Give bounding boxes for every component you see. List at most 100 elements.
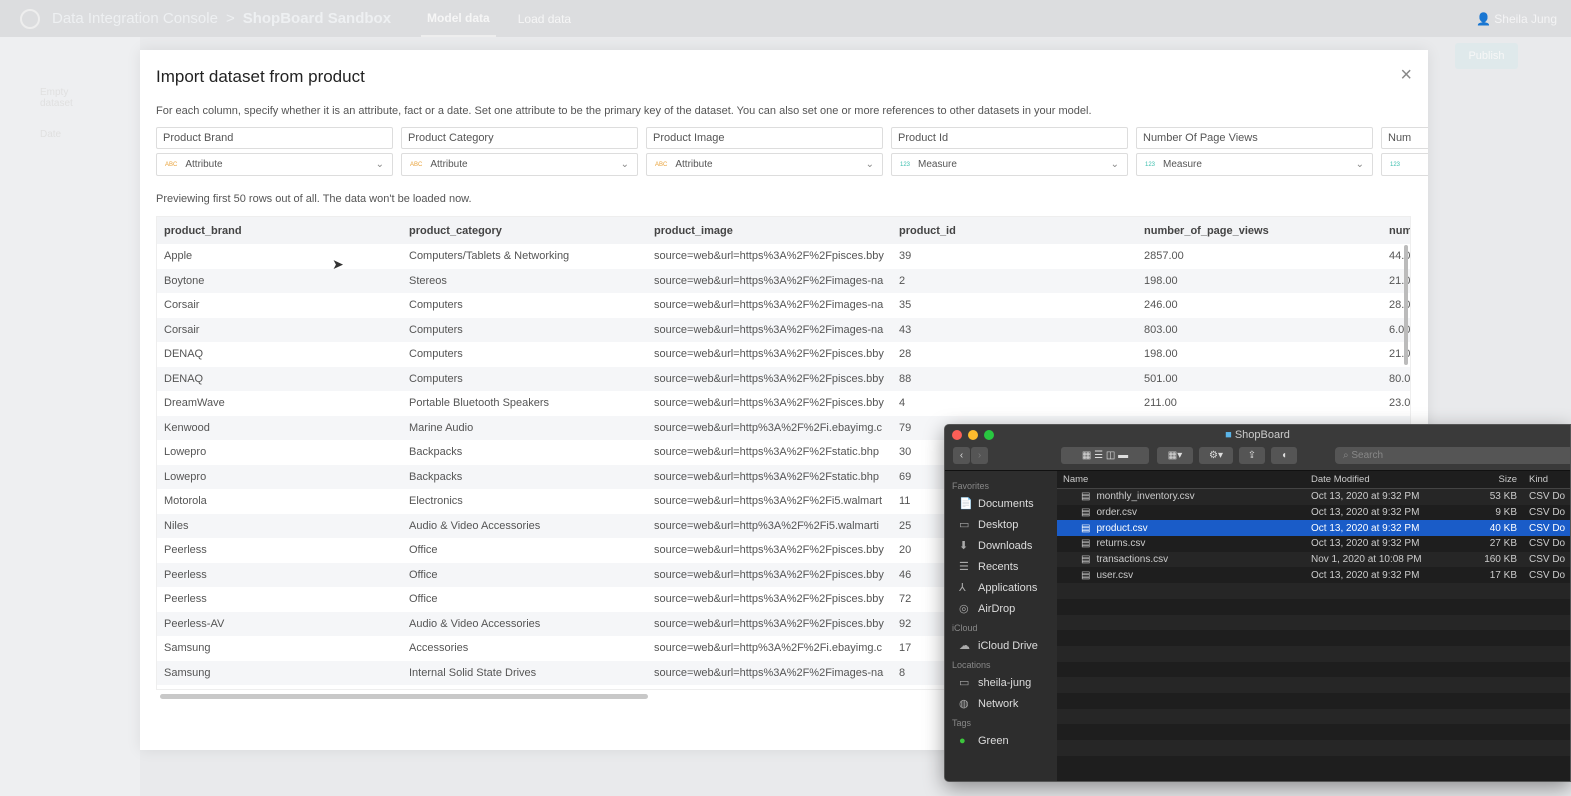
table-cell: source=web&url=https%3A%2F%2Fimages-na <box>654 666 884 679</box>
column-config: Number Of Page Views 123 Measure ⌄ <box>1136 127 1373 176</box>
back-button[interactable]: ‹ <box>953 447 970 464</box>
column-header[interactable]: product_category <box>402 225 647 237</box>
file-date: Oct 13, 2020 at 9:32 PM <box>1311 522 1420 534</box>
table-row[interactable]: Corsair Computers source=web&url=https%3A%… <box>157 317 1410 342</box>
column-header[interactable]: Size <box>1453 474 1521 485</box>
column-config: Product Category ABC Attribute ⌄ <box>401 127 638 176</box>
column-header[interactable]: num <box>1382 225 1410 237</box>
close-window-button[interactable] <box>952 430 962 440</box>
airdrop-icon: ◎ <box>959 603 969 615</box>
table-row[interactable]: DENAQ Computers source=web&url=https%3A%2F… <box>157 342 1410 367</box>
file-row[interactable]: ▤ user.csv Oct 13, 2020 at 9:32 PM 17 KB CSV… <box>1057 567 1570 583</box>
column-type-select[interactable]: ABC Attribute ⌄ <box>401 153 638 176</box>
table-cell: Audio & Video Accessories <box>409 519 541 532</box>
column-header[interactable]: product_id <box>892 225 1137 237</box>
finder-sidebar-item[interactable]: ☁ iCloud Drive <box>945 635 1057 656</box>
share-icon[interactable]: ⇪ <box>1239 447 1265 464</box>
column-header[interactable]: product_brand <box>157 225 402 237</box>
table-cell: Lowepro <box>164 446 207 459</box>
minimize-window-button[interactable] <box>968 430 978 440</box>
finder-file-list: Name Date Modified Size Kind ▤ monthly_invent… <box>1057 471 1570 781</box>
table-cell: source=web&url=https%3A%2F%2Fpisces.bby <box>654 372 884 385</box>
publish-button[interactable]: Publish <box>1455 43 1518 69</box>
column-name-input[interactable]: Num <box>1381 127 1428 149</box>
user-name: Sheila Jung <box>1494 11 1557 26</box>
finder-titlebar[interactable]: ■ ShopBoard <box>945 425 1570 445</box>
sidebar-item-date[interactable]: Date <box>0 119 140 150</box>
file-row[interactable]: ▤ transactions.csv Nov 1, 2020 at 10:08 PM… <box>1057 551 1570 568</box>
tab-model-data[interactable]: Model data <box>421 1 496 37</box>
file-row[interactable]: ▤ returns.csv Oct 13, 2020 at 9:32 PM 27 KB… <box>1057 536 1570 552</box>
table-row[interactable]: Boytone Stereos source=web&url=https%3A%2F… <box>157 268 1410 293</box>
file-row[interactable]: ▤ product.csv Oct 13, 2020 at 9:32 PM 40 KB… <box>1057 520 1570 537</box>
breadcrumb-app[interactable]: Data Integration Console <box>52 10 218 27</box>
table-header-row: product_brand product_category product_ima… <box>157 217 1410 244</box>
table-row[interactable]: DENAQ Computers source=web&url=https%3A%2F… <box>157 366 1410 391</box>
finder-sidebar-item[interactable]: ▭ Desktop <box>945 514 1057 535</box>
file-row[interactable]: ▤ monthly_inventory.csv Oct 13, 2020 at 9:… <box>1057 489 1570 505</box>
finder-sidebar-item[interactable]: ⅄ Applications <box>945 577 1057 598</box>
chevron-down-icon: ⌄ <box>865 159 874 170</box>
column-header[interactable]: Date Modified <box>1305 474 1453 485</box>
csv-file-icon: ▤ <box>1081 569 1091 581</box>
finder-sidebar-item[interactable]: ◍ Network <box>945 693 1057 714</box>
file-kind: CSV Do <box>1529 491 1566 503</box>
csv-file-icon: ▤ <box>1081 522 1091 534</box>
finder-sidebar-label: Applications <box>978 581 1038 594</box>
finder-sidebar-item[interactable]: ◎ AirDrop <box>945 598 1057 619</box>
table-row[interactable]: DreamWave Portable Bluetooth Speakers sour… <box>157 391 1410 416</box>
vertical-scrollbar[interactable] <box>1404 245 1408 365</box>
table-cell: Computers/Tablets & Networking <box>409 250 570 263</box>
column-type-select[interactable]: 123 Measure ⌄ <box>1136 153 1373 176</box>
finder-search-input[interactable]: ⌕ Search <box>1335 447 1570 464</box>
tag-icon[interactable]: ◖ <box>1271 447 1297 464</box>
finder-sidebar-item[interactable]: ▭ sheila-jung <box>945 672 1057 693</box>
forward-button[interactable]: › <box>971 447 988 464</box>
column-name-input[interactable]: Product Id <box>891 127 1128 149</box>
zoom-window-button[interactable] <box>984 430 994 440</box>
column-type-select[interactable]: 123⌄ <box>1381 153 1428 176</box>
table-cell: source=web&url=http%3A%2F%2Fi5.walmarti <box>654 519 879 532</box>
column-config: Product Id 123 Measure ⌄ <box>891 127 1128 176</box>
finder-sidebar-item[interactable]: ● Green <box>945 730 1057 751</box>
table-cell: source=web&url=https%3A%2F%2Fpisces.bby <box>654 348 884 361</box>
column-header[interactable]: Name <box>1057 474 1305 485</box>
table-cell: Office <box>409 593 438 606</box>
finder-sidebar-item[interactable]: ☰ Recents <box>945 556 1057 577</box>
table-cell: DENAQ <box>164 372 204 385</box>
finder-sidebar-item[interactable]: 📄 Documents <box>945 493 1057 514</box>
table-cell: source=web&url=https%3A%2F%2Fimages-na <box>654 274 884 287</box>
close-icon[interactable]: × <box>1400 64 1412 87</box>
column-name-input[interactable]: Number Of Page Views <box>1136 127 1373 149</box>
sidebar-item-empty-dataset[interactable]: Empty dataset <box>0 77 140 119</box>
preview-note: Previewing first 50 rows out of all. The… <box>156 193 472 205</box>
breadcrumb-project[interactable]: ShopBoard Sandbox <box>243 10 391 27</box>
column-header[interactable]: number_of_page_views <box>1137 225 1382 237</box>
action-gear-icon[interactable]: ⚙▾ <box>1199 447 1233 464</box>
table-cell: 39 <box>899 250 912 263</box>
file-row[interactable]: ▤ order.csv Oct 13, 2020 at 9:32 PM 9 KB CSV… <box>1057 505 1570 521</box>
file-name-cell: ▤ monthly_inventory.csv <box>1057 491 1305 502</box>
column-name-input[interactable]: Product Brand <box>156 127 393 149</box>
table-row[interactable]: Corsair Computers source=web&url=https%3A%… <box>157 293 1410 318</box>
group-button[interactable]: ▦▾ <box>1157 447 1193 464</box>
table-row[interactable]: Apple Computers/Tablets & Networking sourc… <box>157 244 1410 269</box>
column-name-input[interactable]: Product Image <box>646 127 883 149</box>
column-header[interactable]: product_image <box>647 225 892 237</box>
tab-load-data[interactable]: Load data <box>518 12 571 26</box>
finder-sidebar-item[interactable]: ⬇ Downloads <box>945 535 1057 556</box>
attribute-type-icon: ABC <box>655 161 668 168</box>
horizontal-scrollbar[interactable] <box>160 694 648 699</box>
file-name: order.csv <box>1096 507 1138 519</box>
column-type-select[interactable]: ABC Attribute ⌄ <box>156 153 393 176</box>
measure-type-icon: 123 <box>1390 161 1401 168</box>
view-mode-switcher[interactable]: ▦ ☰ ◫ ▬ <box>1061 447 1149 464</box>
column-type-select[interactable]: ABC Attribute ⌄ <box>646 153 883 176</box>
column-type-select[interactable]: 123 Measure ⌄ <box>891 153 1128 176</box>
sidebar: Empty dataset Date <box>0 37 140 796</box>
user-menu[interactable]: 👤 Sheila Jung <box>1476 12 1557 26</box>
column-config: Num 123⌄ <box>1381 127 1428 176</box>
column-header[interactable]: Kind <box>1521 474 1548 485</box>
column-name-input[interactable]: Product Category <box>401 127 638 149</box>
column-type-value: Attribute <box>675 159 713 170</box>
